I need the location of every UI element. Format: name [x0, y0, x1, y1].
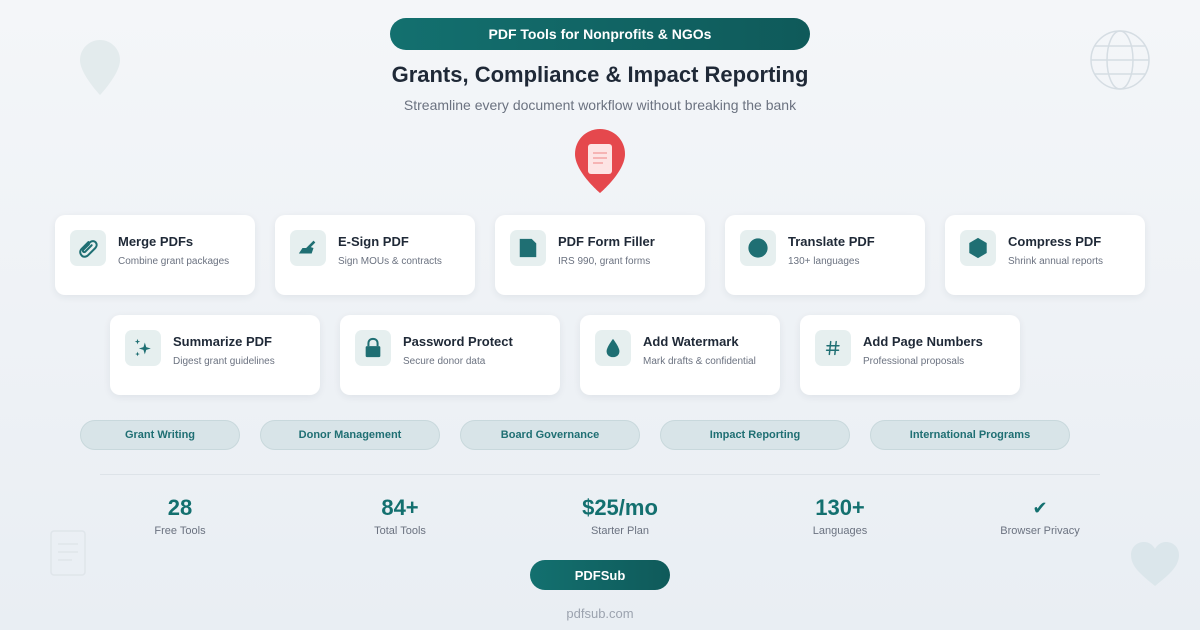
- stat-browser-privacy: ✔ Browser Privacy: [940, 494, 1140, 537]
- chip-impact-reporting[interactable]: Impact Reporting: [660, 420, 850, 450]
- tool-description: Shrink annual reports: [1008, 256, 1104, 267]
- sparkles-icon: [125, 330, 161, 366]
- site-url[interactable]: pdfsub.com: [0, 606, 1200, 621]
- stat-value: $25/mo: [582, 495, 658, 520]
- tool-title: Translate PDF: [788, 234, 875, 249]
- tool-description: Secure donor data: [403, 356, 486, 367]
- tool-card-add-watermark[interactable]: Add Watermark Mark drafts & confidential: [580, 315, 780, 395]
- tool-title: Password Protect: [403, 334, 513, 349]
- tool-description: Combine grant packages: [118, 256, 230, 267]
- chip-international-programs[interactable]: International Programs: [870, 420, 1070, 450]
- tool-card-password-protect[interactable]: Password Protect Secure donor data: [340, 315, 560, 395]
- stat-label: Languages: [812, 525, 868, 537]
- compress-icon: [960, 230, 996, 266]
- tool-card-e-sign-pdf[interactable]: E-Sign PDF Sign MOUs & contracts: [275, 215, 475, 295]
- stat-value: 28: [167, 495, 193, 520]
- lock-icon: [355, 330, 391, 366]
- stat-label: Starter Plan: [590, 525, 650, 537]
- hash-icon: [815, 330, 851, 366]
- chip-board-governance[interactable]: Board Governance: [460, 420, 640, 450]
- stat-total-tools: 84+ Total Tools: [300, 494, 500, 537]
- globe-icon: [740, 230, 776, 266]
- tool-title: Compress PDF: [1008, 234, 1102, 249]
- chip-donor-management[interactable]: Donor Management: [260, 420, 440, 450]
- tool-card-merge-pdfs[interactable]: Merge PDFs Combine grant packages: [55, 215, 255, 295]
- page-title: Grants, Compliance & Impact Reporting: [391, 62, 809, 87]
- tool-description: Professional proposals: [863, 356, 965, 367]
- tool-title: E-Sign PDF: [338, 234, 409, 249]
- tool-card-compress-pdf[interactable]: Compress PDF Shrink annual reports: [945, 215, 1145, 295]
- tool-title: Add Watermark: [643, 334, 739, 349]
- tool-title: PDF Form Filler: [558, 234, 655, 249]
- tool-description: IRS 990, grant forms: [558, 256, 651, 267]
- form-icon: [510, 230, 546, 266]
- stat-languages: 130+ Languages: [740, 494, 940, 537]
- tool-description: Sign MOUs & contracts: [338, 256, 442, 267]
- stat-label: Total Tools: [374, 525, 426, 537]
- stat-label: Free Tools: [154, 525, 206, 537]
- checkmark-icon: ✔: [1032, 498, 1048, 518]
- page-subtitle: Streamline every document workflow witho…: [403, 97, 797, 113]
- droplet-icon: [595, 330, 631, 366]
- stat-starter-plan: $25/mo Starter Plan: [520, 494, 720, 537]
- signing-hand-icon: [290, 230, 326, 266]
- stat-value: 84+: [381, 495, 419, 520]
- document-pin-icon: [575, 129, 625, 193]
- tool-card-pdf-form-filler[interactable]: PDF Form Filler IRS 990, grant forms: [495, 215, 705, 295]
- tool-card-summarize-pdf[interactable]: Summarize PDF Digest grant guidelines: [110, 315, 320, 395]
- stat-value: 130+: [815, 495, 865, 520]
- tool-description: Digest grant guidelines: [173, 356, 275, 367]
- brand-button[interactable]: PDFSub: [530, 560, 670, 590]
- tool-card-translate-pdf[interactable]: Translate PDF 130+ languages: [725, 215, 925, 295]
- tool-description: Mark drafts & confidential: [643, 356, 756, 367]
- tool-title: Merge PDFs: [118, 234, 194, 249]
- chip-grant-writing[interactable]: Grant Writing: [80, 420, 240, 450]
- paperclip-icon: [70, 230, 106, 266]
- tool-title: Summarize PDF: [173, 334, 272, 349]
- tool-description: 130+ languages: [788, 256, 860, 267]
- divider: [100, 474, 1100, 475]
- stat-label: Browser Privacy: [1000, 525, 1080, 537]
- stat-free-tools: 28 Free Tools: [80, 494, 280, 537]
- heart-icon: [1131, 542, 1179, 586]
- tool-title: Add Page Numbers: [863, 334, 983, 349]
- tool-card-add-page-numbers[interactable]: Add Page Numbers Professional proposals: [800, 315, 1020, 395]
- category-pill: PDF Tools for Nonprofits & NGOs: [390, 18, 810, 50]
